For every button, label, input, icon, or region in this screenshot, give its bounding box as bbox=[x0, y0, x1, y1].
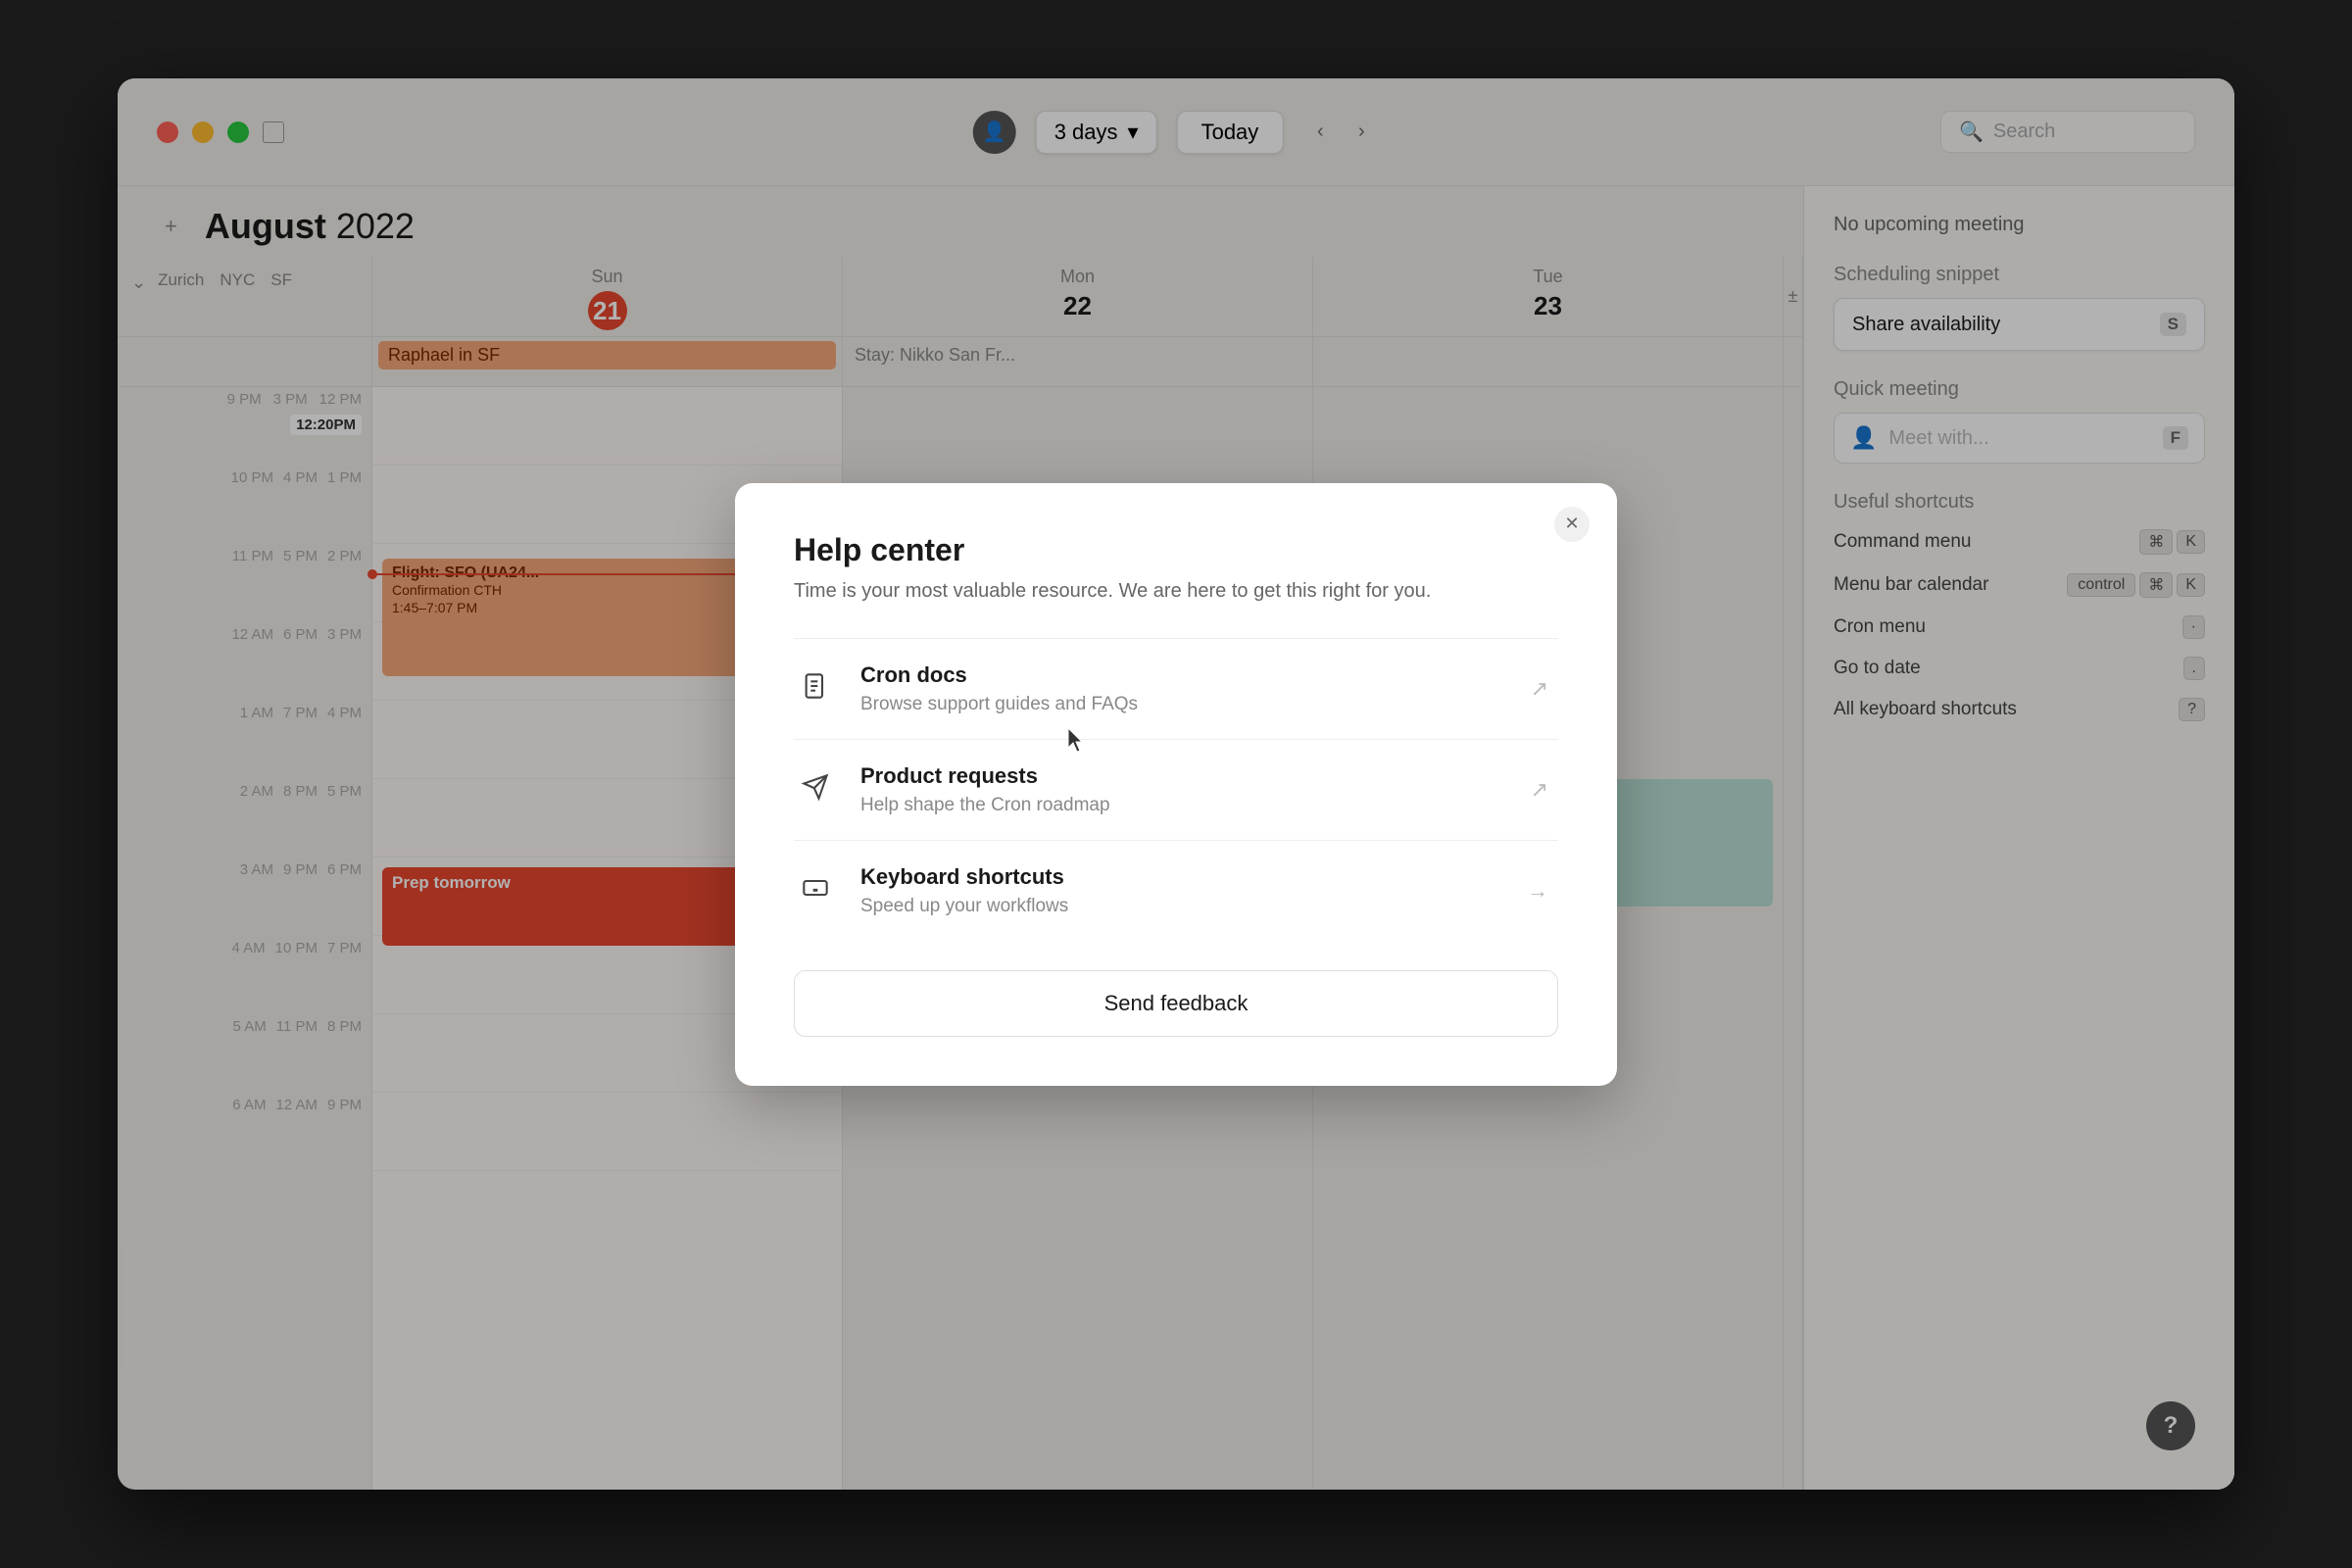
mac-window: 👤 3 days ▾ Today ‹ › 🔍 Search + August 2… bbox=[118, 78, 2234, 1490]
modal-subtitle: Time is your most valuable resource. We … bbox=[794, 580, 1558, 603]
cron-docs-desc: Browse support guides and FAQs bbox=[860, 694, 1558, 715]
keyboard-icon bbox=[794, 866, 837, 909]
modal-overlay: ✕ Help center Time is your most valuable… bbox=[118, 78, 2234, 1490]
product-requests-item[interactable]: Product requests Help shape the Cron roa… bbox=[794, 739, 1558, 840]
external-link-icon: ↗ bbox=[1531, 676, 1548, 702]
cron-docs-item[interactable]: Cron docs Browse support guides and FAQs… bbox=[794, 638, 1558, 739]
help-center-modal: ✕ Help center Time is your most valuable… bbox=[735, 483, 1617, 1086]
modal-close-button[interactable]: ✕ bbox=[1554, 507, 1590, 542]
modal-title: Help center bbox=[794, 532, 1558, 568]
external-link-icon2: ↗ bbox=[1531, 777, 1548, 803]
product-requests-title: Product requests bbox=[860, 763, 1558, 789]
cron-docs-title: Cron docs bbox=[860, 662, 1558, 688]
send-feedback-button[interactable]: Send feedback bbox=[794, 970, 1558, 1037]
doc-icon bbox=[794, 664, 837, 708]
arrow-right-icon: → bbox=[1527, 878, 1548, 904]
keyboard-shortcuts-desc: Speed up your workflows bbox=[860, 896, 1558, 917]
keyboard-shortcuts-title: Keyboard shortcuts bbox=[860, 864, 1558, 890]
product-requests-desc: Help shape the Cron roadmap bbox=[860, 795, 1558, 816]
keyboard-shortcuts-item[interactable]: Keyboard shortcuts Speed up your workflo… bbox=[794, 840, 1558, 941]
send-icon bbox=[794, 765, 837, 808]
